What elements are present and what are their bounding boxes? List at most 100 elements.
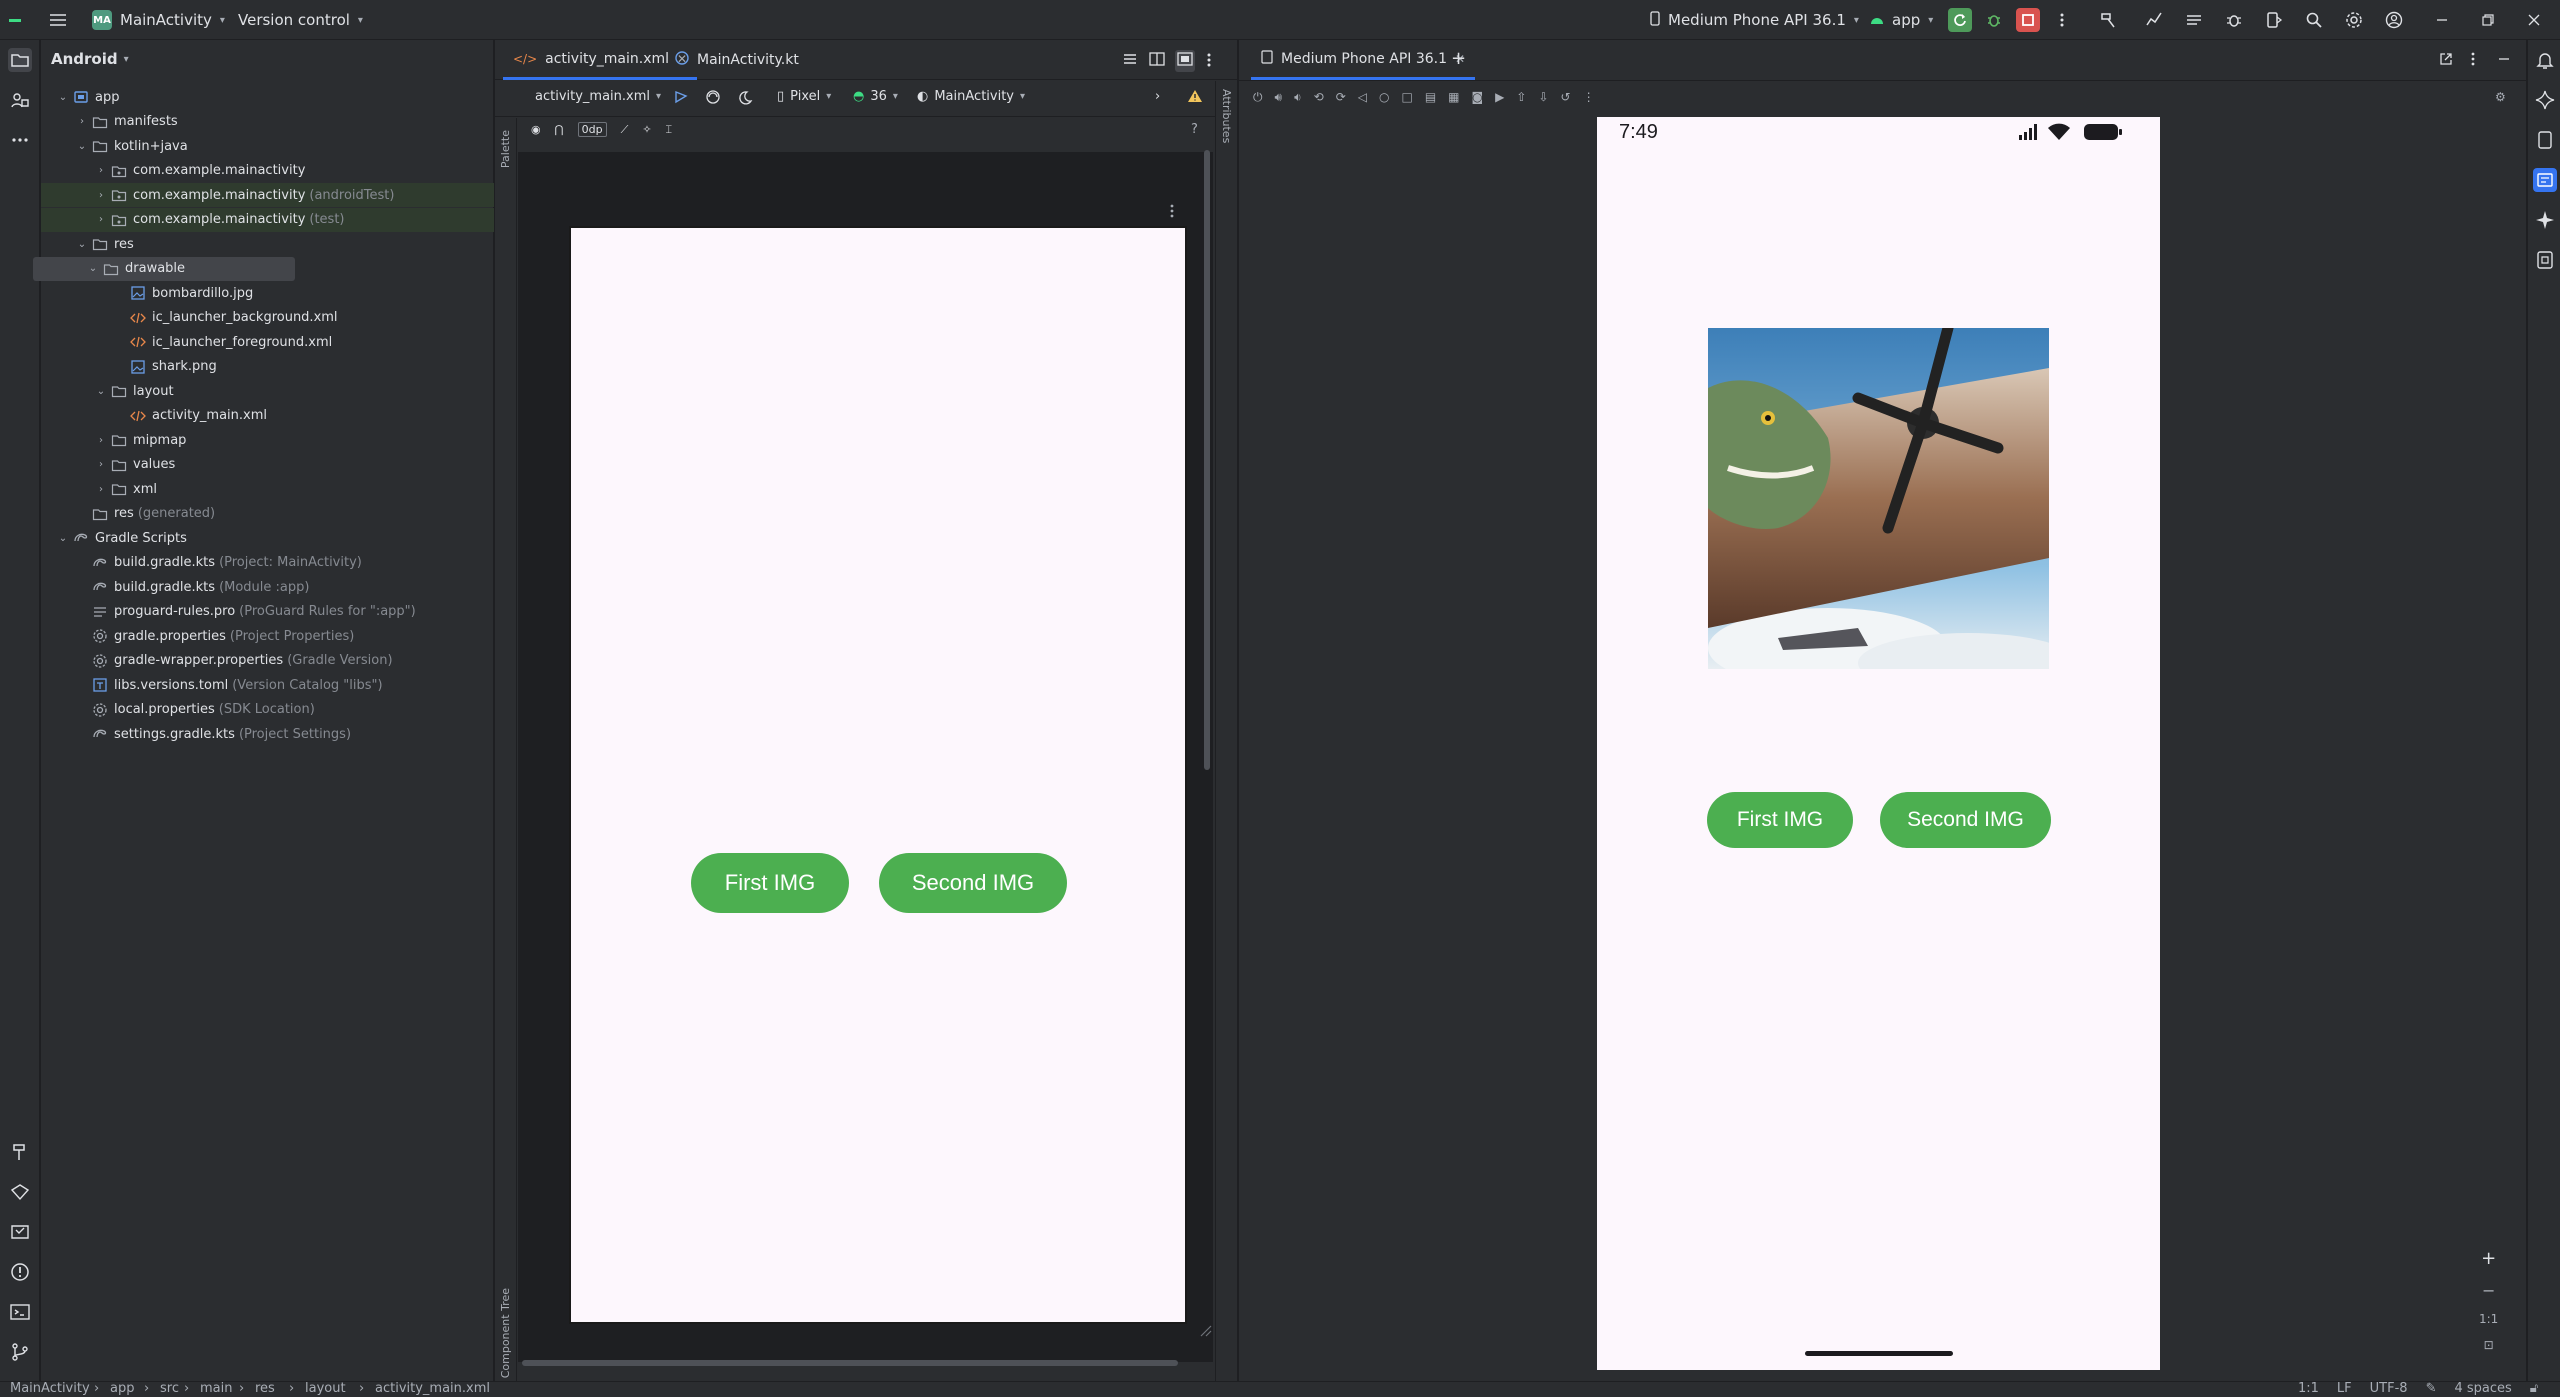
component-tree-label[interactable]: Component Tree (499, 1288, 512, 1378)
chevron-right-icon[interactable]: › (93, 190, 109, 201)
panel-more-icon[interactable] (2471, 52, 2475, 70)
tab-emulator[interactable]: Medium Phone API 36.1 ✕ (1251, 40, 1476, 80)
editor-more-icon[interactable] (1207, 52, 1211, 72)
chevron-down-icon[interactable]: ⌄ (55, 533, 71, 544)
stop-button[interactable] (2016, 8, 2040, 32)
app-quality-icon[interactable] (8, 1220, 32, 1244)
breadcrumb-item[interactable]: layout (305, 1381, 346, 1396)
chevron-right-icon[interactable]: › (1155, 89, 1160, 104)
bug-icon[interactable] (2222, 8, 2246, 32)
tree-item[interactable]: ⌄ res (41, 232, 494, 256)
design-view-icon[interactable] (1175, 50, 1195, 72)
chevron-right-icon[interactable]: › (93, 165, 109, 176)
tree-item[interactable]: build.gradle.kts (Module :app) (41, 575, 494, 599)
chevron-right-icon[interactable]: › (93, 459, 109, 470)
fit-screen-icon[interactable]: ⊡ (2484, 1338, 2494, 1352)
tree-item[interactable]: bombardillo.jpg (41, 281, 494, 305)
chevron-down-icon[interactable]: ⌄ (74, 239, 90, 250)
tree-item[interactable]: › com.example.mainactivity (androidTest) (41, 183, 494, 207)
resource-manager-icon[interactable] (8, 88, 32, 112)
emulator-screen[interactable]: 7:49 First IMG Second IMG (1597, 117, 2160, 1370)
tree-item[interactable]: ⌄ kotlin+java (41, 134, 494, 158)
chevron-down-icon[interactable]: ⌄ (74, 141, 90, 152)
breadcrumb-item[interactable]: main (200, 1381, 232, 1396)
hide-panel-icon[interactable] (2497, 52, 2511, 70)
snapshot-icon[interactable]: ▦ (1448, 90, 1459, 105)
resize-handle-icon[interactable] (1200, 1325, 1212, 1341)
palette-label[interactable]: Palette (499, 130, 512, 168)
design-first-img-button[interactable]: First IMG (691, 853, 849, 913)
home-icon[interactable]: ○ (1379, 90, 1389, 105)
sync-icon[interactable] (2182, 8, 2206, 32)
help-icon[interactable]: ? (1191, 122, 1198, 137)
design-preview-phone[interactable]: First IMG Second IMG (569, 226, 1187, 1324)
tree-item[interactable]: › com.example.mainactivity (41, 159, 494, 183)
running-devices-icon[interactable] (2533, 168, 2557, 192)
horizontal-scrollbar[interactable] (522, 1360, 1178, 1366)
open-external-icon[interactable] (2439, 52, 2453, 70)
settings-gear-icon[interactable] (2342, 8, 2366, 32)
chevron-right-icon[interactable]: › (93, 214, 109, 225)
tree-item[interactable]: gradle.properties (Project Properties) (41, 624, 494, 648)
design-surface-icon[interactable] (673, 89, 689, 105)
overview-icon[interactable]: □ (1401, 90, 1412, 105)
clear-constraints-icon[interactable]: ⟋ (621, 123, 629, 137)
rotate-right-icon[interactable]: ⟳ (1336, 90, 1346, 105)
device-manager-icon[interactable] (2262, 8, 2286, 32)
device-selector[interactable]: Medium Phone API 36.1 ▾ (1650, 0, 1859, 40)
add-device-icon[interactable]: + (1451, 48, 1466, 69)
device-more-icon[interactable] (1170, 204, 1174, 222)
tree-item[interactable]: build.gradle.kts (Project: MainActivity) (41, 551, 494, 575)
device-selector[interactable]: ▯ Pixel ▾ (777, 89, 831, 104)
more-tools-icon[interactable] (8, 128, 32, 152)
gradle-tool-icon[interactable] (8, 1180, 32, 1204)
breadcrumb-item[interactable]: src (160, 1381, 179, 1396)
emulator-extended-icon[interactable] (2533, 248, 2557, 272)
night-mode-icon[interactable] (737, 89, 753, 105)
close-window-icon[interactable] (2522, 8, 2546, 32)
mirror-settings-icon[interactable]: ⚙ (2495, 90, 2506, 104)
vertical-scrollbar[interactable] (1204, 150, 1210, 770)
tree-item[interactable]: shark.png (41, 355, 494, 379)
minimize-window-icon[interactable] (2430, 8, 2454, 32)
problems-icon[interactable] (8, 1260, 32, 1284)
infer-constraints-icon[interactable]: ✧ (642, 123, 651, 136)
orientation-icon[interactable] (705, 89, 721, 105)
first-img-button[interactable]: First IMG (1707, 792, 1853, 848)
fold-icon[interactable]: ▤ (1425, 90, 1436, 105)
tree-item[interactable]: ⌄ app (41, 85, 494, 109)
guidelines-icon[interactable]: ⌶ (666, 123, 673, 137)
main-menu-icon[interactable] (46, 8, 70, 32)
tree-item[interactable]: › mipmap (41, 428, 494, 452)
tree-item[interactable]: res (generated) (41, 502, 494, 526)
indent-setting[interactable]: 4 spaces (2454, 1381, 2511, 1396)
more-actions-icon[interactable] (2050, 8, 2074, 32)
chevron-down-icon[interactable]: ⌄ (93, 386, 109, 397)
upload-icon[interactable]: ⇧ (1516, 90, 1526, 105)
tree-item[interactable]: local.properties (SDK Location) (41, 698, 494, 722)
build-icon[interactable] (2096, 8, 2120, 32)
code-style-icon[interactable]: ✎ (2426, 1381, 2437, 1396)
reset-icon[interactable]: ↺ (1561, 90, 1571, 105)
caret-position[interactable]: 1:1 (2298, 1381, 2319, 1396)
design-file-selector[interactable]: activity_main.xml ▾ (535, 89, 661, 104)
ai-sparkle-icon[interactable] (2533, 208, 2557, 232)
code-view-icon[interactable] (1123, 52, 1137, 70)
design-second-img-button[interactable]: Second IMG (879, 853, 1067, 913)
zoom-out-icon[interactable]: − (2482, 1281, 2495, 1300)
project-view-selector[interactable]: Android ▾ (51, 50, 129, 68)
search-icon[interactable] (2302, 8, 2326, 32)
emulator-more-icon[interactable]: ⋮ (1583, 90, 1595, 105)
debug-icon[interactable] (1982, 8, 2006, 32)
project-folder-icon[interactable] (8, 48, 32, 72)
download-icon[interactable]: ⇩ (1538, 90, 1548, 105)
profiler-icon[interactable] (2142, 8, 2166, 32)
rotate-left-icon[interactable]: ⟲ (1314, 90, 1324, 105)
project-selector[interactable]: MA MainActivity ▾ (92, 0, 225, 40)
tree-item[interactable]: proguard-rules.pro (ProGuard Rules for ":… (41, 600, 494, 624)
account-icon[interactable] (2382, 8, 2406, 32)
chevron-right-icon[interactable]: › (93, 484, 109, 495)
second-img-button[interactable]: Second IMG (1880, 792, 2051, 848)
tree-item[interactable]: › com.example.mainactivity (test) (41, 207, 494, 232)
tree-item[interactable]: libs.versions.toml (Version Catalog "libs… (41, 673, 494, 697)
